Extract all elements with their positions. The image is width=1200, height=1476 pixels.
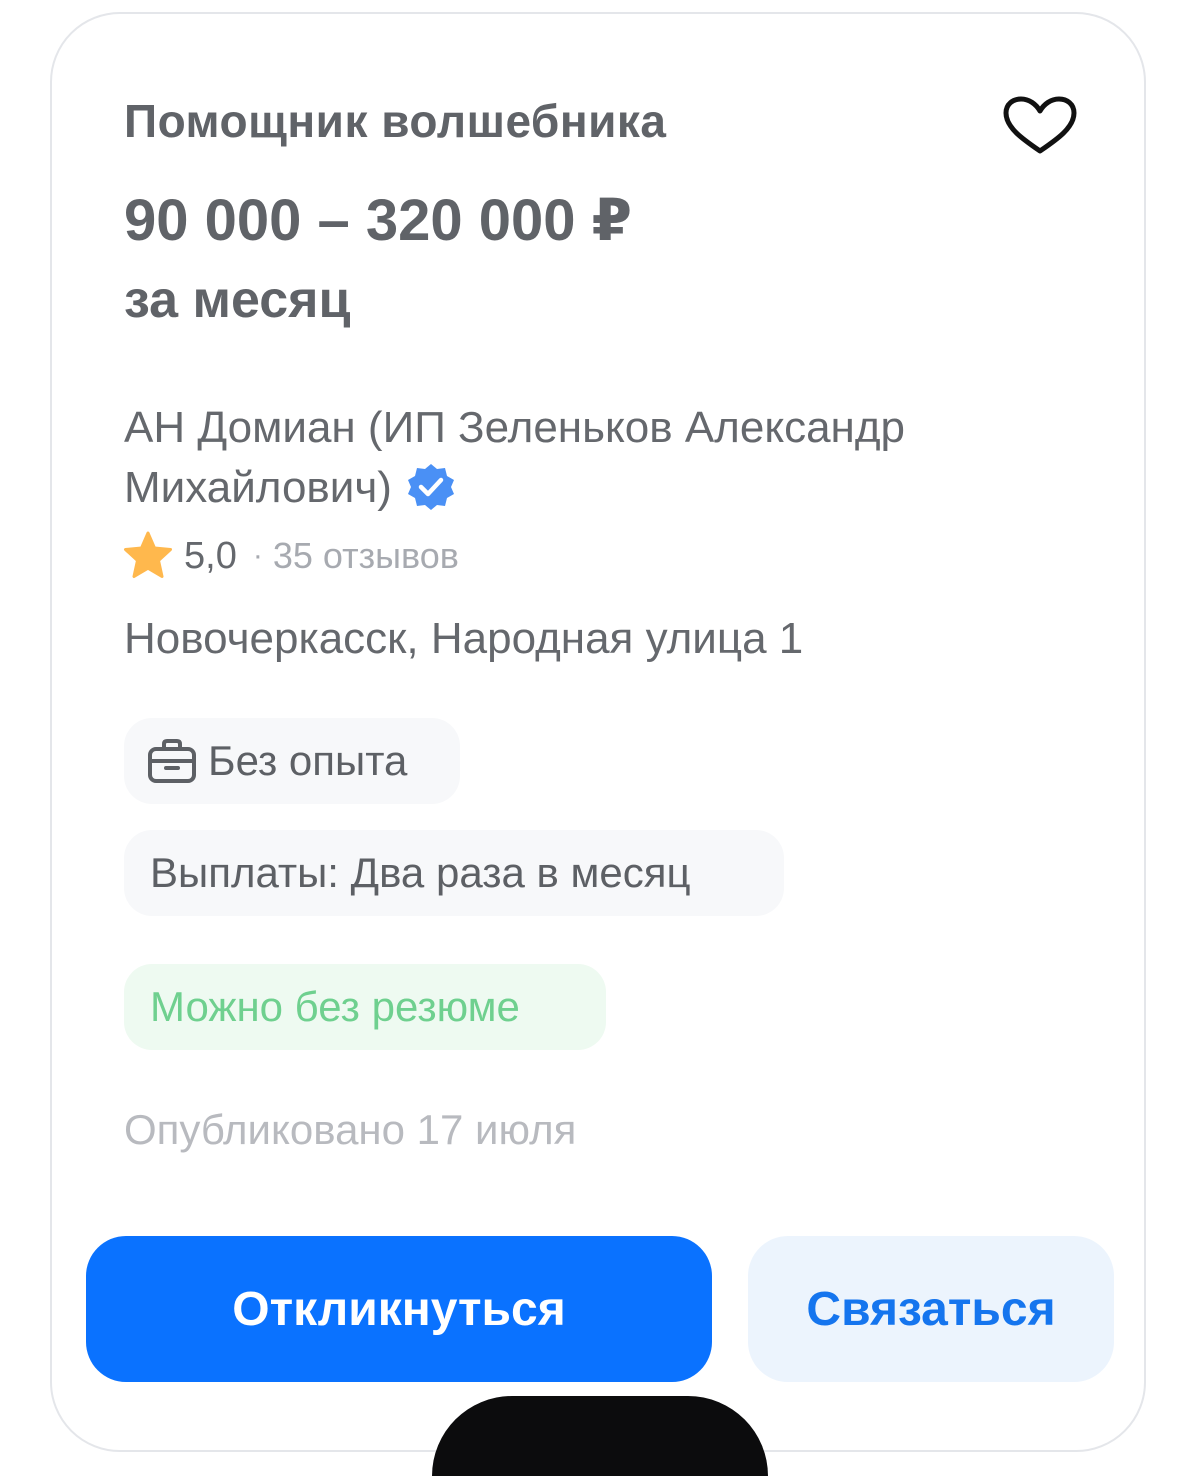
payments-chip: Выплаты: Два раза в месяц	[124, 830, 784, 916]
star-icon	[124, 531, 172, 578]
experience-chip: Без опыта	[124, 718, 460, 804]
rating-value: 5,0	[184, 534, 237, 577]
contact-button[interactable]: Связаться	[748, 1236, 1114, 1382]
employer-name[interactable]: АН Домиан (ИП Зеленьков Александр Михайл…	[124, 398, 1024, 518]
employer-rating: 5,0 · 35 отзывов	[122, 530, 459, 582]
salary-period: за месяц	[124, 271, 351, 329]
vacancy-address: Новочеркасск, Народная улица 1	[124, 614, 804, 663]
heart-icon	[1003, 96, 1077, 154]
no-resume-badge: Можно без резюме	[124, 964, 606, 1050]
briefcase-icon	[148, 739, 196, 783]
published-date: Опубликовано 17 июля	[124, 1106, 577, 1153]
apply-button-label: Откликнуться	[232, 1282, 566, 1336]
separator-dot: ·	[252, 539, 263, 572]
verified-badge-icon	[407, 464, 454, 510]
apply-button[interactable]: Откликнуться	[86, 1236, 712, 1382]
contact-button-label: Связаться	[806, 1282, 1056, 1336]
no-resume-label: Можно без резюме	[150, 983, 520, 1030]
reviews-link[interactable]: 35 отзывов	[273, 535, 459, 577]
vacancy-title[interactable]: Помощник волшебника	[124, 94, 667, 148]
payments-label: Выплаты: Два раза в месяц	[150, 849, 691, 896]
home-indicator	[432, 1396, 768, 1476]
salary-range: 90 000 – 320 000 ₽	[124, 188, 633, 253]
experience-label: Без опыта	[208, 737, 408, 784]
employer-label: АН Домиан (ИП Зеленьков Александр Михайл…	[124, 403, 905, 512]
favorite-button[interactable]	[1002, 96, 1078, 156]
